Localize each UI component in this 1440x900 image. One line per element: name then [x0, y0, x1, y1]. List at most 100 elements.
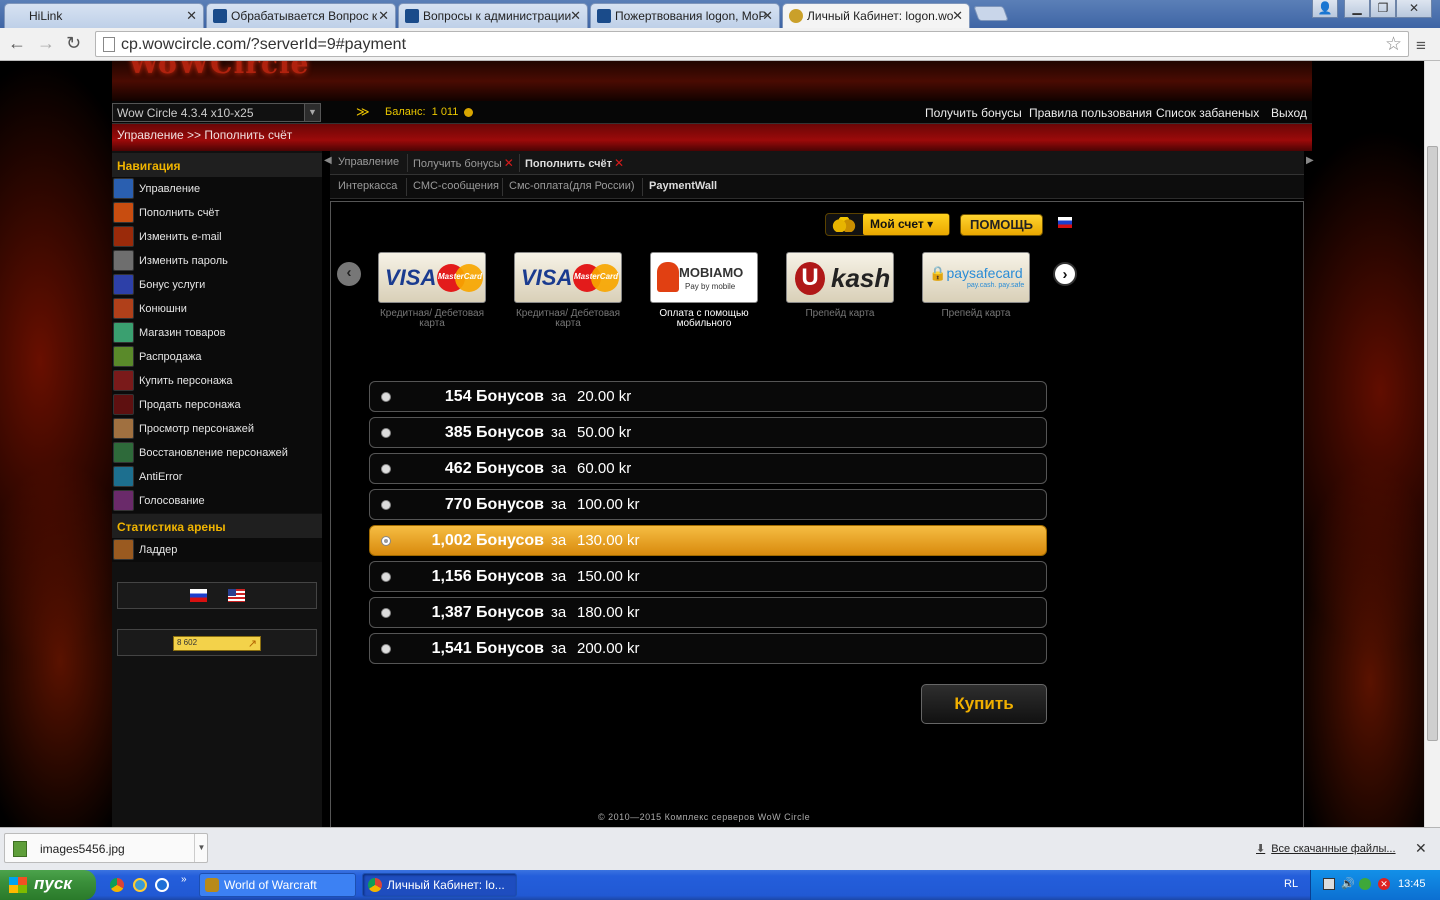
site-logo[interactable]: WoWCircle [128, 61, 309, 80]
browser-tab-1[interactable]: HiLink ✕ [4, 3, 204, 28]
tab-management[interactable]: Управление [338, 156, 399, 168]
previous-arrow-icon[interactable]: ‹ [337, 262, 361, 286]
method-ukash[interactable]: U kash [786, 252, 894, 303]
radio-button[interactable] [381, 644, 391, 654]
forward-icon[interactable]: → [37, 33, 55, 54]
package-option[interactable]: 154 Бонусов за 20.00 kr [369, 381, 1047, 412]
package-option[interactable]: 385 Бонусов за 50.00 kr [369, 417, 1047, 448]
help-button[interactable]: ПОМОЩЬ [960, 214, 1043, 236]
close-tab-icon[interactable]: ✕ [378, 8, 389, 24]
back-icon[interactable]: ← [8, 33, 26, 54]
tabs-left-icon[interactable]: ◀ [324, 155, 332, 166]
bookmark-star-icon[interactable]: ☆ [1385, 33, 1402, 56]
sidebar-item-voting[interactable]: Голосование [112, 489, 322, 513]
user-icon[interactable]: 👤 [1312, 0, 1338, 18]
method-paysafecard[interactable]: 🔒paysafecard pay.cash. pay.safe [922, 252, 1030, 303]
sidebar-item-shop[interactable]: Магазин товаров [112, 321, 322, 345]
sidebar-item-buy-character[interactable]: Купить персонажа [112, 369, 322, 393]
volume-icon[interactable]: 🔊 [1341, 878, 1355, 890]
package-option-selected[interactable]: 1,002 Бонусов за 130.00 kr [369, 525, 1047, 556]
sidebar-item-ladder[interactable]: Ладдер [112, 538, 322, 562]
buy-button[interactable]: Купить [921, 684, 1047, 724]
package-option[interactable]: 770 Бонусов за 100.00 kr [369, 489, 1047, 520]
english-flag-icon[interactable] [228, 589, 245, 602]
sidebar-item-change-email[interactable]: Изменить e-mail [112, 225, 322, 249]
taskbar-window-wow[interactable]: World of Warcraft [199, 873, 356, 897]
close-tab-icon[interactable]: ✕ [762, 8, 773, 24]
reload-icon[interactable]: ↻ [66, 33, 81, 54]
new-tab-button[interactable] [973, 6, 1009, 21]
antivirus-icon[interactable] [1359, 878, 1371, 890]
chrome-icon[interactable] [110, 878, 124, 892]
close-tab-icon[interactable]: ✕ [186, 8, 197, 24]
tab-sms-russia[interactable]: Смс-оплата(для России) [509, 180, 635, 192]
sidebar-item-bonus-services[interactable]: Бонус услуги [112, 273, 322, 297]
menu-icon[interactable]: ≡ [1416, 36, 1426, 56]
network-icon[interactable] [1323, 878, 1335, 890]
language-indicator[interactable]: RL [1284, 878, 1298, 890]
radio-button[interactable] [381, 392, 391, 402]
tab-top-up[interactable]: Пополнить счёт ✕ [525, 156, 624, 170]
start-button[interactable]: пуск [0, 870, 96, 900]
radio-button[interactable] [381, 500, 391, 510]
radio-button[interactable] [381, 572, 391, 582]
radio-button[interactable] [381, 536, 391, 546]
browser-quicklaunch-icon[interactable] [133, 878, 147, 892]
close-tab-icon[interactable]: ✕ [952, 8, 963, 24]
browser-tab-5[interactable]: Личный Кабинет: logon.wo ✕ [782, 3, 970, 28]
page-scrollbar[interactable] [1424, 61, 1440, 827]
banned-list-link[interactable]: Список забаненых [1156, 106, 1259, 120]
next-arrow-icon[interactable]: › [1053, 262, 1077, 286]
tab-interkassa[interactable]: Интеркасса [338, 180, 397, 192]
package-option[interactable]: 1,541 Бонусов за 200.00 kr [369, 633, 1047, 664]
browser-tab-4[interactable]: Пожертвования logon, MoP ✕ [590, 3, 780, 28]
browser-tab-3[interactable]: Вопросы к администрации ✕ [398, 3, 588, 28]
close-icon[interactable]: ✕ [504, 156, 514, 170]
method-visa-mastercard-1[interactable]: VISA MasterCard [378, 252, 486, 303]
sidebar-item-sell-character[interactable]: Продать персонажа [112, 393, 322, 417]
realm-select[interactable]: Wow Circle 4.3.4 x10-x25 ▼ [112, 103, 321, 122]
url-text[interactable]: cp.wowcircle.com/?serverId=9#payment [121, 36, 406, 54]
alert-icon[interactable]: ✕ [1378, 878, 1390, 890]
chevron-down-icon[interactable]: ▼ [304, 104, 320, 121]
browser-tab-2[interactable]: Обрабатывается Вопрос к ✕ [206, 3, 396, 28]
close-icon[interactable]: ✕ [614, 156, 624, 170]
russian-flag-icon[interactable] [190, 589, 207, 602]
logout-link[interactable]: Выход [1271, 106, 1307, 120]
skype-icon[interactable] [155, 878, 169, 892]
expand-quicklaunch-icon[interactable]: » [181, 874, 187, 885]
package-option[interactable]: 462 Бонусов за 60.00 kr [369, 453, 1047, 484]
all-downloads-link[interactable]: ⬇ Все скачанные файлы... [1256, 842, 1396, 855]
tab-sms[interactable]: СМС-сообщения [413, 180, 499, 192]
minimize-button[interactable]: ▁ [1344, 0, 1370, 18]
close-window-button[interactable]: ✕ [1396, 0, 1432, 18]
tab-paymentwall[interactable]: PaymentWall [649, 180, 717, 192]
method-visa-mastercard-2[interactable]: VISA MasterCard [514, 252, 622, 303]
sidebar-item-top-up[interactable]: Пополнить счёт [112, 201, 322, 225]
package-option[interactable]: 1,156 Бонусов за 150.00 kr [369, 561, 1047, 592]
get-bonuses-link[interactable]: Получить бонусы [925, 106, 1022, 120]
sidebar-item-restore-characters[interactable]: Восстановление персонажей [112, 441, 322, 465]
sidebar-item-management[interactable]: Управление [112, 177, 322, 201]
package-option[interactable]: 1,387 Бонусов за 180.00 kr [369, 597, 1047, 628]
tabs-right-icon[interactable]: ▶ [1306, 155, 1314, 166]
my-account-button[interactable]: Мой счет ▾ [825, 213, 950, 236]
tab-get-bonuses[interactable]: Получить бонусы ✕ [413, 156, 514, 170]
close-tab-icon[interactable]: ✕ [570, 8, 581, 24]
sidebar-item-stables[interactable]: Конюшни [112, 297, 322, 321]
radio-button[interactable] [381, 608, 391, 618]
visit-counter[interactable]: 8 602 ↗ [173, 636, 261, 651]
radio-button[interactable] [381, 428, 391, 438]
radio-button[interactable] [381, 464, 391, 474]
sidebar-item-antierror[interactable]: AntiError [112, 465, 322, 489]
rules-link[interactable]: Правила пользования [1029, 106, 1152, 120]
close-icon[interactable]: ✕ [1415, 840, 1427, 857]
sidebar-item-change-password[interactable]: Изменить пароль [112, 249, 322, 273]
download-item[interactable]: images5456.jpg ▼ [4, 833, 208, 863]
chevron-down-icon[interactable]: ▼ [194, 834, 208, 862]
address-bar[interactable]: cp.wowcircle.com/?serverId=9#payment ☆ [95, 31, 1409, 57]
taskbar-window-chrome[interactable]: Личный Кабинет: lo... [362, 873, 517, 897]
russian-flag-icon[interactable] [1058, 217, 1072, 228]
restore-button[interactable]: ❐ [1370, 0, 1396, 18]
method-mobiamo[interactable]: MOBIAMO Pay by mobile [650, 252, 758, 303]
